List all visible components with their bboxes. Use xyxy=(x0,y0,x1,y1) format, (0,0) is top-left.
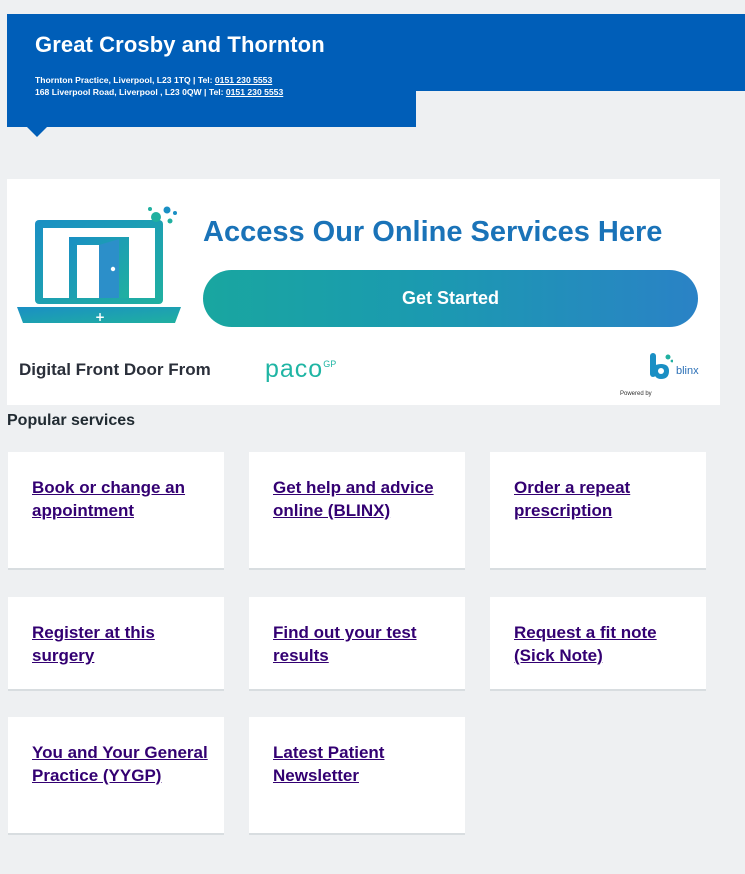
service-card-register[interactable]: Register at this surgery xyxy=(8,597,224,691)
header-pointer xyxy=(26,126,48,137)
phone-link-1[interactable]: 0151 230 5553 xyxy=(215,75,272,85)
digital-front-door-text: Digital Front Door From xyxy=(19,360,211,379)
paco-logo-sup: GP xyxy=(323,359,337,369)
practice-header: Great Crosby and Thornton Thornton Pract… xyxy=(7,14,416,127)
address-line-2: 168 Liverpool Road, Liverpool , L23 0QW … xyxy=(35,87,283,97)
address-line-1: Thornton Practice, Liverpool, L23 1TQ | … xyxy=(35,75,272,85)
popular-services-title: Popular services xyxy=(7,412,136,429)
service-card-blinx-advice[interactable]: Get help and advice online (BLINX) xyxy=(249,452,465,570)
service-card-fit-note[interactable]: Request a fit note (Sick Note) xyxy=(490,597,706,691)
service-card-book-appointment[interactable]: Book or change an appointment xyxy=(8,452,224,570)
service-card-yygp[interactable]: You and Your General Practice (YYGP) xyxy=(8,717,224,835)
service-link-register[interactable]: Register at this surgery xyxy=(32,621,212,667)
laptop-door-icon: + xyxy=(17,206,181,324)
paco-gp-logo: pacoGP xyxy=(265,355,336,384)
address-text-1: Thornton Practice, Liverpool, L23 1TQ | … xyxy=(35,75,215,85)
online-services-banner[interactable]: + Access Our Online Services Here Get St… xyxy=(7,179,720,405)
service-link-fit-note[interactable]: Request a fit note (Sick Note) xyxy=(514,621,694,667)
get-started-button[interactable]: Get Started xyxy=(203,270,698,327)
service-link-blinx-advice[interactable]: Get help and advice online (BLINX) xyxy=(273,476,453,522)
service-link-test-results[interactable]: Find out your test results xyxy=(273,621,453,667)
service-link-repeat-prescription[interactable]: Order a repeat prescription xyxy=(514,476,694,522)
service-card-repeat-prescription[interactable]: Order a repeat prescription xyxy=(490,452,706,570)
service-card-newsletter[interactable]: Latest Patient Newsletter xyxy=(249,717,465,835)
blinx-logo-text: blinx xyxy=(676,365,699,377)
service-card-test-results[interactable]: Find out your test results xyxy=(249,597,465,691)
address-text-2: 168 Liverpool Road, Liverpool , L23 0QW … xyxy=(35,87,226,97)
service-link-newsletter[interactable]: Latest Patient Newsletter xyxy=(273,741,453,787)
service-link-yygp[interactable]: You and Your General Practice (YYGP) xyxy=(32,741,212,787)
service-link-book-appointment[interactable]: Book or change an appointment xyxy=(32,476,212,522)
blinx-logo-icon xyxy=(650,353,673,379)
banner-heading: Access Our Online Services Here xyxy=(203,216,663,248)
powered-by-text: Powered by xyxy=(620,391,652,397)
svg-text:+: + xyxy=(95,310,105,324)
practice-name: Great Crosby and Thornton xyxy=(35,32,325,57)
phone-link-2[interactable]: 0151 230 5553 xyxy=(226,87,283,97)
paco-logo-text: paco xyxy=(265,355,324,383)
